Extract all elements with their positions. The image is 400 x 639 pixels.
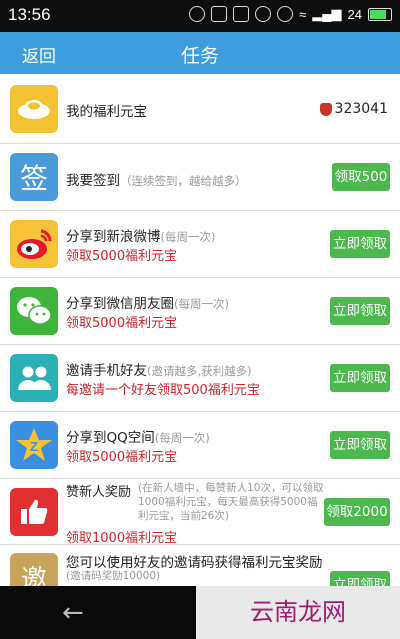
task-name: 我的福利元宝 — [66, 104, 147, 120]
qzone-icon: Z — [10, 421, 58, 469]
coin-balance: 323041 — [319, 101, 388, 117]
task-reward: 每邀请一个好友领取500福利元宝 — [66, 383, 260, 398]
task-name: 分享到QQ空间(每周一次) — [66, 430, 210, 446]
grid-icon — [211, 6, 228, 22]
wechat-icon — [10, 287, 58, 335]
sign-in-icon: 签 — [10, 153, 58, 201]
weibo-icon — [10, 220, 58, 268]
list-item-invite-code: 邀 您可以使用好友的邀请码获得福利元宝奖励 (邀请码奖励10000) 立即领取 — [0, 545, 400, 586]
watermark: 云南龙网 — [196, 586, 400, 639]
contacts-icon — [10, 354, 58, 402]
list-item-weibo: 分享到新浪微博(每周一次) 领取5000福利元宝 立即领取 — [0, 211, 400, 278]
task-name: 赞新人奖励 — [66, 485, 132, 500]
task-reward: 领取1000福利元宝 — [66, 531, 178, 546]
message-icon — [189, 6, 206, 22]
claim-sign-in-button[interactable]: 领取500 — [332, 163, 390, 191]
task-name: 分享到微信朋友圈(每周一次) — [66, 296, 229, 312]
check-icon — [255, 6, 272, 22]
status-icons: ≈ ▂▄▆ 24 — [189, 6, 392, 22]
title-bar: 返回 任务 — [0, 32, 400, 74]
list-item-invite: 邀请手机好友(邀请越多,获利越多) 每邀请一个好友领取500福利元宝 立即领取 — [0, 345, 400, 412]
task-name: 分享到新浪微博(每周一次) — [66, 229, 216, 245]
list-item-qzone: Z 分享到QQ空间(每周一次) 领取5000福利元宝 立即领取 — [0, 412, 400, 479]
share-qzone-button[interactable]: 立即领取 — [330, 431, 390, 459]
coin-count: 323041 — [334, 101, 388, 117]
gold-ingot-icon — [10, 85, 58, 133]
task-name: 您可以使用好友的邀请码获得福利元宝奖励 — [66, 555, 323, 571]
page-title: 任务 — [180, 45, 219, 67]
task-reward: 领取5000福利元宝 — [66, 450, 178, 465]
task-name: 邀请手机好友(邀请越多,获利越多) — [66, 363, 252, 379]
task-note: (在新人墙中，每赞新人10次，可以领取1000福利元宝，每天最高获得5000福利… — [138, 482, 324, 522]
thumbs-up-icon — [10, 488, 58, 536]
image-icon — [233, 6, 250, 22]
svg-text:Z: Z — [30, 439, 38, 454]
share-wechat-button[interactable]: 立即领取 — [330, 297, 390, 325]
list-item-my-coins: 我的福利元宝 323041 — [0, 74, 400, 144]
status-bar: 13:56 ≈ ▂▄▆ 24 — [0, 0, 400, 32]
task-name: 我要签到（连续签到，越给越多） — [66, 173, 247, 189]
battery-icon — [368, 7, 392, 21]
invite-code-icon: 邀 — [10, 553, 58, 586]
money-bag-icon — [319, 102, 332, 116]
alarm-icon — [277, 6, 294, 22]
task-reward: 领取5000福利元宝 — [66, 316, 178, 331]
list-item-wechat: 分享到微信朋友圈(每周一次) 领取5000福利元宝 立即领取 — [0, 278, 400, 345]
task-reward: 领取5000福利元宝 — [66, 249, 178, 264]
task-list: 我的福利元宝 323041 签 我要签到（连续签到，越给越多） 领取500 分享… — [0, 74, 400, 586]
list-item-like-newcomers: 赞新人奖励 (在新人墙中，每赞新人10次，可以领取1000福利元宝，每天最高获得… — [0, 479, 400, 546]
invite-friends-button[interactable]: 立即领取 — [330, 364, 390, 392]
nav-back-icon[interactable]: ← — [62, 598, 84, 628]
share-weibo-button[interactable]: 立即领取 — [330, 230, 390, 258]
battery-level: 24 — [347, 6, 362, 22]
signal-icon: ▂▄▆ — [312, 6, 342, 21]
invite-code-button[interactable]: 立即领取 — [330, 571, 390, 586]
task-note: (邀请码奖励10000) — [66, 570, 161, 582]
status-time: 13:56 — [8, 5, 51, 24]
wifi-icon: ≈ — [299, 6, 307, 22]
list-item-sign-in: 签 我要签到（连续签到，越给越多） 领取500 — [0, 144, 400, 211]
claim-like-reward-button[interactable]: 领取2000 — [324, 498, 390, 526]
